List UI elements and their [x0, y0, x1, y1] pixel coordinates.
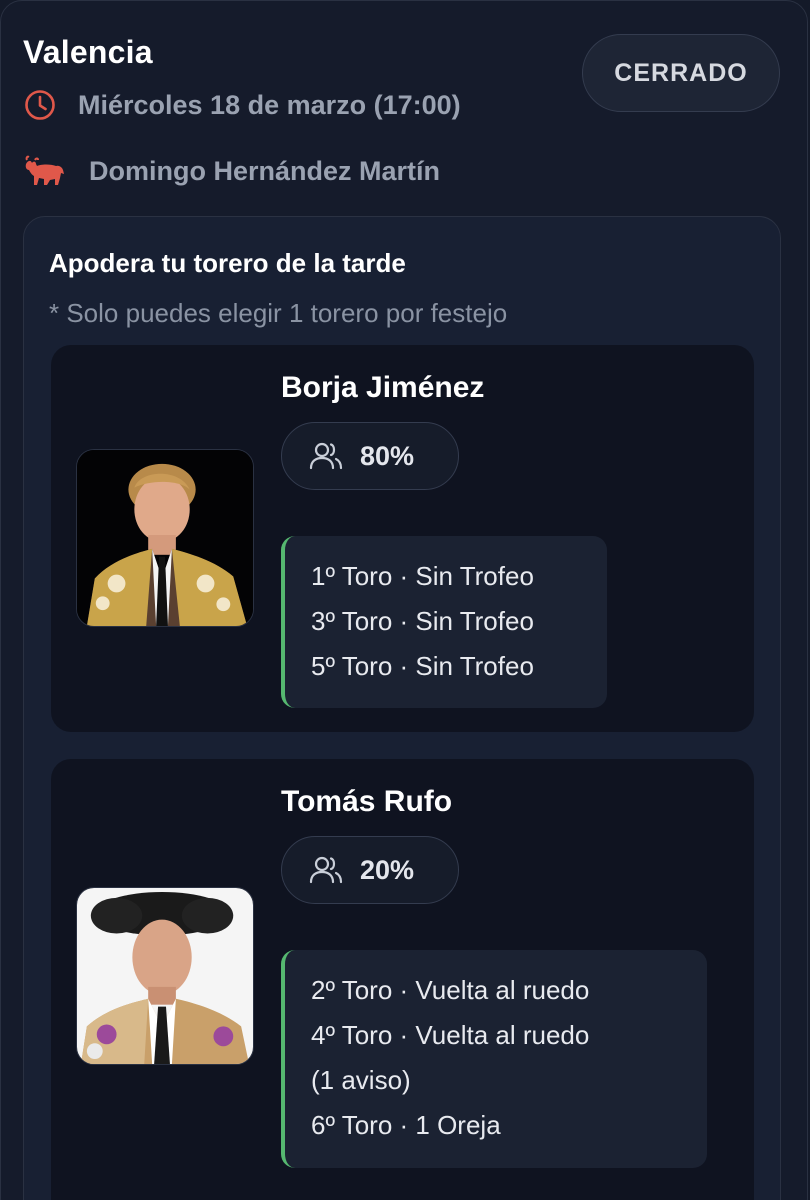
torero-avatar	[76, 887, 254, 1065]
bull-result: 5º Toro · Sin Trofeo	[311, 651, 534, 681]
event-rancher-row: Domingo Hernández Martín	[23, 154, 440, 188]
vote-percentage-value: 20%	[360, 854, 415, 885]
torero-avatar	[76, 449, 254, 627]
torero-name: Tomás Rufo	[281, 785, 453, 818]
bull-result: 6º Toro · 1 Oreja	[311, 1110, 501, 1140]
bull-result: (1 aviso)	[311, 1065, 411, 1095]
bull-result: 4º Toro · Vuelta al ruedo	[311, 1020, 590, 1050]
bull-result: 2º Toro · Vuelta al ruedo	[311, 975, 590, 1005]
users-icon	[309, 856, 343, 884]
vote-percentage: 20%	[281, 836, 459, 904]
bull-results: 1º Toro · Sin Trofeo 3º Toro · Sin Trofe…	[281, 536, 607, 708]
torero-card[interactable]: Borja Jiménez 80% 1º Toro · Sin Trofeo 3…	[51, 345, 754, 732]
bull-icon	[25, 155, 64, 185]
vote-percentage-value: 80%	[360, 440, 415, 471]
clock-icon	[25, 90, 55, 120]
torero-photo	[77, 888, 253, 1064]
event-rancher: Domingo Hernández Martín	[89, 155, 441, 186]
event-city: Valencia	[23, 34, 153, 70]
status-badge[interactable]: CERRADO	[582, 34, 780, 112]
torero-name: Borja Jiménez	[281, 371, 485, 404]
bull-results: 2º Toro · Vuelta al ruedo 4º Toro · Vuel…	[281, 950, 707, 1168]
torero-card[interactable]: Tomás Rufo 20% 2º Toro · Vuelta al ruedo…	[51, 759, 754, 1200]
event-page: Valencia CERRADO Miércoles 18 de marzo (…	[0, 0, 810, 1200]
event-date-row: Miércoles 18 de marzo (17:00)	[23, 88, 461, 122]
bull-result: 3º Toro · Sin Trofeo	[311, 606, 534, 636]
users-icon	[309, 442, 343, 470]
event-date: Miércoles 18 de marzo (17:00)	[78, 89, 461, 120]
vote-percentage: 80%	[281, 422, 459, 490]
bull-result: 1º Toro · Sin Trofeo	[311, 561, 534, 591]
torero-photo	[77, 450, 253, 626]
section-note: * Solo puedes elegir 1 torero por festej…	[49, 298, 508, 328]
section-title: Apodera tu torero de la tarde	[49, 248, 406, 278]
